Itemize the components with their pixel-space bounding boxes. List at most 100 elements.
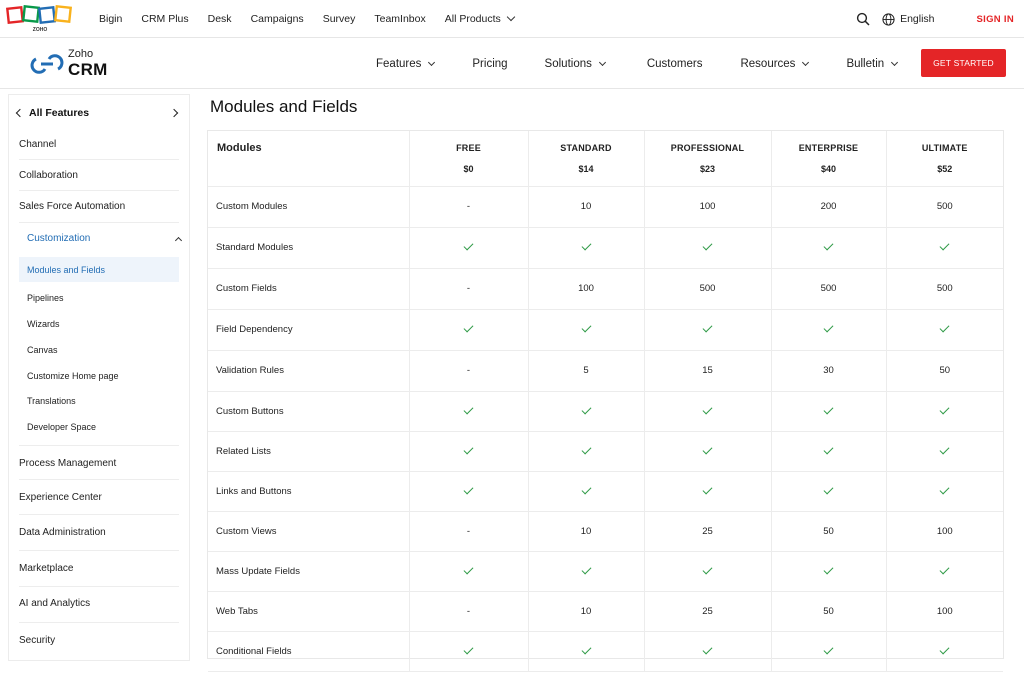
globe-icon[interactable]	[882, 12, 895, 26]
check-icon	[463, 644, 474, 654]
top-right: English SIGN IN	[856, 0, 1014, 38]
sidebar-item-pipelines[interactable]: Pipelines	[19, 285, 179, 310]
crm-logo[interactable]: Zoho CRM	[30, 49, 108, 78]
included-cell	[886, 471, 1003, 512]
topnav-campaigns[interactable]: Campaigns	[251, 13, 304, 25]
value-cell: 100	[528, 268, 645, 310]
sidebar-item-experience-center[interactable]: Experience Center	[19, 492, 179, 503]
all-features-header[interactable]: All Features	[15, 105, 183, 121]
feature-name: Custom Fields	[208, 268, 410, 310]
tier-price: $52	[937, 163, 953, 174]
nav-bulletin-label: Bulletin	[846, 58, 885, 70]
check-icon	[823, 240, 834, 251]
sidebar-item-sales-force-automation[interactable]: Sales Force Automation	[19, 201, 179, 212]
table-row: Custom Fields -100 500 500 500	[208, 268, 1003, 310]
value-cell: -	[409, 350, 529, 392]
value-cell: -	[409, 591, 529, 632]
check-icon	[581, 404, 591, 414]
sidebar-item-translations[interactable]: Translations	[19, 388, 179, 413]
included-cell	[409, 309, 529, 351]
included-cell	[528, 227, 645, 269]
product-nav: Features Pricing Solutions Customers Res…	[376, 39, 899, 89]
check-icon	[581, 644, 591, 654]
nav-bulletin[interactable]: Bulletin	[846, 58, 899, 70]
included-cell	[886, 227, 1003, 269]
value-cell: 25	[644, 591, 772, 632]
chevron-left-icon[interactable]	[15, 108, 25, 118]
value-cell: 500	[886, 268, 1003, 310]
check-icon	[463, 444, 474, 454]
tier-name: ENTERPRISE	[798, 142, 859, 153]
sidebar-item-customize-home-page[interactable]: Customize Home page	[19, 363, 179, 388]
check-icon	[581, 564, 591, 574]
check-icon	[702, 444, 713, 454]
table-row: Standard Modules	[208, 227, 1003, 269]
chevron-down-icon	[598, 58, 606, 67]
nav-solutions-label: Solutions	[544, 58, 592, 70]
included-cell	[771, 391, 887, 432]
sidebar-item-modules-and-fields[interactable]: Modules and Fields	[19, 257, 179, 282]
check-icon	[581, 484, 591, 494]
check-icon	[823, 644, 834, 654]
topnav-all-products[interactable]: All Products	[445, 12, 516, 25]
topnav-bigin[interactable]: Bigin	[99, 13, 122, 25]
tier-header: ENTERPRISE $40	[771, 131, 887, 187]
check-icon	[581, 444, 591, 454]
value-cell: 100	[644, 186, 772, 228]
sidebar-item-marketplace[interactable]: Marketplace	[19, 563, 179, 574]
sidebar-item-ai-and-analytics[interactable]: AI and Analytics	[19, 598, 179, 609]
tier-header: STANDARD $14	[528, 131, 645, 187]
pricing-table: Modules FREE $0 STANDARD $14 PROFESSIONAL $…	[207, 130, 1004, 672]
tier-header: PROFESSIONAL $23	[644, 131, 772, 187]
check-icon	[939, 444, 950, 454]
table-row: Conditional Fields	[208, 631, 1003, 672]
nav-resources-label: Resources	[740, 58, 796, 70]
get-started-button[interactable]: GET STARTED	[921, 49, 1006, 77]
included-cell	[644, 631, 772, 672]
check-icon	[463, 240, 474, 251]
sidebar-item-channel[interactable]: Channel	[19, 139, 179, 150]
sidebar-item-wizards[interactable]: Wizards	[19, 311, 179, 336]
included-cell	[886, 431, 1003, 472]
check-icon	[702, 404, 713, 414]
feature-name: Mass Update Fields	[208, 551, 410, 592]
tier-name: STANDARD	[560, 142, 612, 153]
value-cell: 50	[771, 511, 887, 552]
nav-solutions[interactable]: Solutions	[544, 58, 606, 70]
included-cell	[644, 391, 772, 432]
nav-features[interactable]: Features	[376, 58, 436, 70]
brand-zoho: Zoho	[68, 48, 94, 60]
value-cell: -	[409, 511, 529, 552]
sidebar-item-developer-space[interactable]: Developer Space	[19, 414, 179, 439]
feature-name: Field Dependency	[208, 309, 410, 351]
included-cell	[771, 471, 887, 512]
nav-pricing[interactable]: Pricing	[472, 58, 507, 70]
sidebar-item-data-administration[interactable]: Data Administration	[19, 527, 179, 538]
check-icon	[463, 564, 474, 574]
topnav-crm-plus[interactable]: CRM Plus	[141, 13, 188, 25]
language-selector[interactable]: English	[900, 13, 934, 25]
topnav-desk[interactable]: Desk	[208, 13, 232, 25]
nav-resources[interactable]: Resources	[740, 58, 810, 70]
check-icon	[702, 484, 713, 494]
nav-customers[interactable]: Customers	[647, 58, 703, 70]
topnav-teaminbox[interactable]: TeamInbox	[374, 13, 425, 25]
topnav-survey[interactable]: Survey	[323, 13, 356, 25]
tier-price: $40	[820, 163, 837, 174]
chevron-down-icon	[891, 58, 899, 67]
sidebar-group-customization[interactable]: Customization	[27, 233, 183, 245]
check-icon	[702, 322, 713, 333]
table-row: Links and Buttons	[208, 471, 1003, 512]
zoho-logo-icon[interactable]: ZOHO	[6, 4, 74, 34]
value-cell: 100	[886, 511, 1003, 552]
sidebar-item-process-management[interactable]: Process Management	[19, 458, 179, 469]
divider	[19, 479, 179, 480]
chevron-right-icon[interactable]	[169, 108, 179, 118]
sidebar-item-canvas[interactable]: Canvas	[19, 337, 179, 362]
sidebar-item-collaboration[interactable]: Collaboration	[19, 170, 179, 181]
customization-label: Customization	[27, 233, 91, 244]
sign-in-link[interactable]: SIGN IN	[977, 14, 1014, 25]
search-icon[interactable]	[856, 12, 870, 26]
sidebar-item-security[interactable]: Security	[19, 635, 179, 646]
included-cell	[644, 309, 772, 351]
